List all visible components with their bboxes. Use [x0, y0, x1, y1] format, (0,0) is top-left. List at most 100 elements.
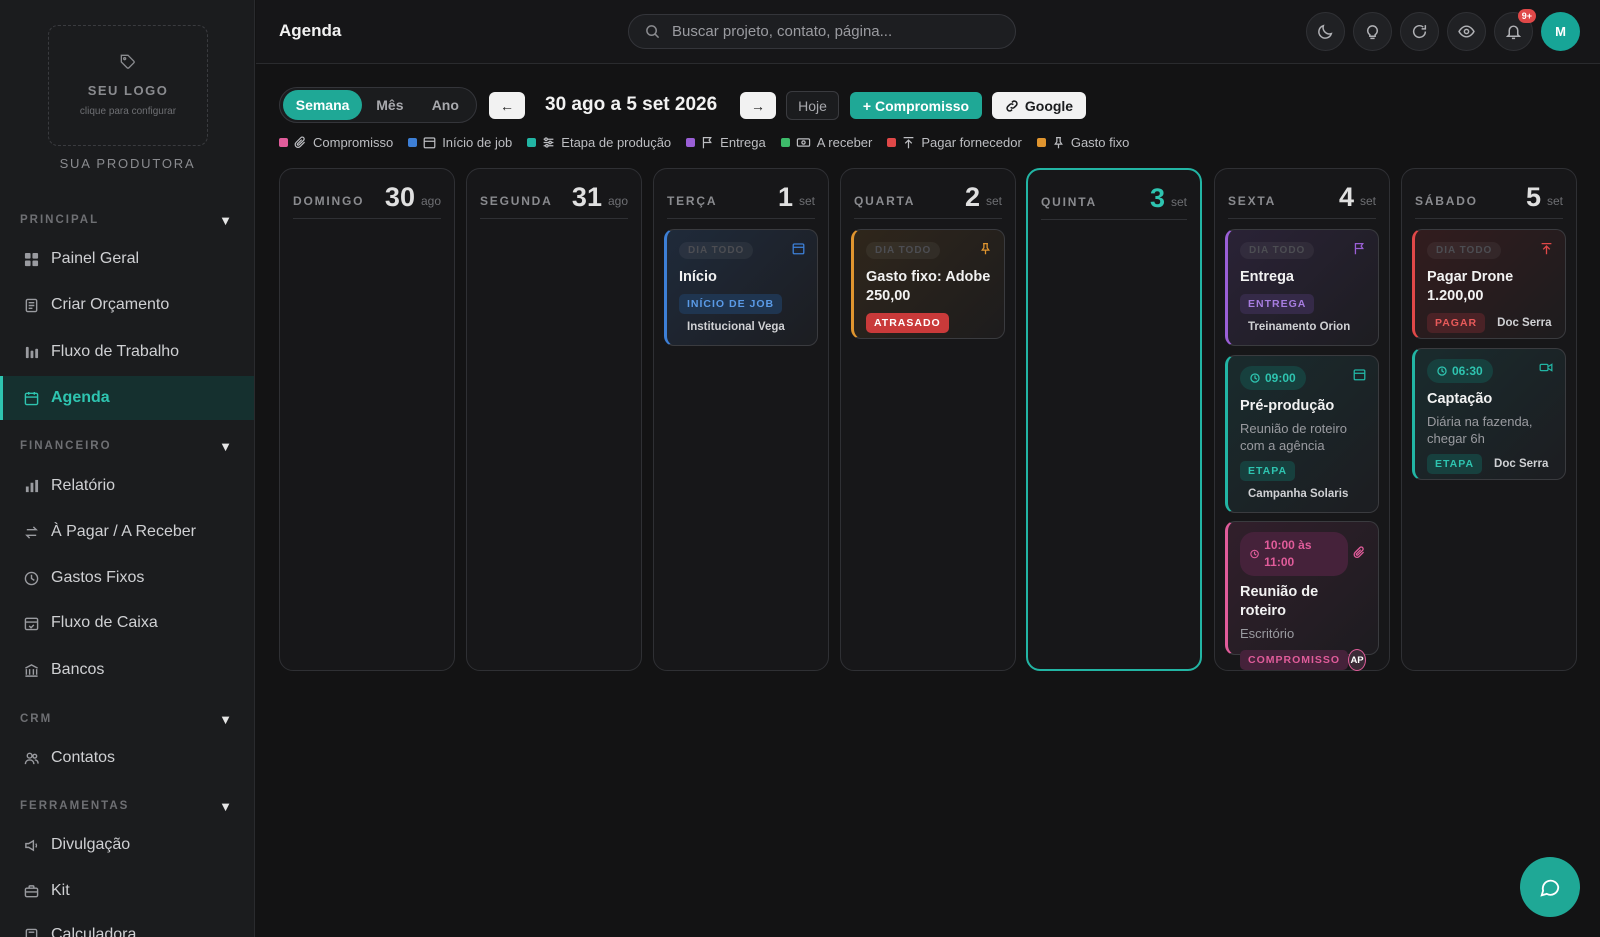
event-title: Pagar Drone 1.200,00: [1427, 269, 1514, 304]
nav-relatorio[interactable]: Relatório: [0, 464, 254, 508]
event-card-captacao[interactable]: 06:30 Captação Diária na fazenda, chegar…: [1412, 348, 1566, 480]
day-header: DOMINGO 30 ago: [293, 179, 441, 219]
day-column-terca[interactable]: TERÇA 1 set DIA TODO Início INÍCIO DE JOB …: [653, 168, 829, 671]
day-month: set: [985, 194, 1002, 208]
legend-pagar: Pagar fornecedor: [887, 135, 1022, 150]
sliders-icon: [542, 136, 555, 149]
day-column-domingo[interactable]: DOMINGO 30 ago: [279, 168, 455, 671]
calendar-check-icon: [23, 615, 39, 631]
arrow-up-icon: [1540, 242, 1553, 255]
paperclip-icon: [1353, 546, 1366, 559]
day-number: 30: [384, 182, 415, 212]
tips-button[interactable]: [1353, 12, 1392, 51]
nav-kit[interactable]: Kit: [0, 869, 254, 913]
privacy-button[interactable]: [1447, 12, 1486, 51]
legend-etapa: Etapa de produção: [527, 135, 671, 150]
chat-icon: [1539, 876, 1561, 898]
section-label: FERRAMENTAS: [20, 800, 130, 812]
event-card-entrega[interactable]: DIA TODO Entrega ENTREGA Treinamento Ori…: [1225, 229, 1379, 346]
nav-label: Bancos: [51, 661, 105, 678]
section-principal[interactable]: PRINCIPAL ▼: [20, 210, 232, 230]
pin-icon: [979, 242, 992, 255]
event-card-reuniao-roteiro[interactable]: 10:00 às 11:00 Reunião de roteiro Escrit…: [1225, 521, 1379, 671]
day-column-quinta[interactable]: QUINTA 3 set: [1026, 168, 1202, 671]
day-name: SEGUNDA: [480, 194, 553, 208]
event-title: Início: [679, 269, 717, 285]
nav-contatos[interactable]: Contatos: [0, 736, 254, 780]
producer-name: SUA PRODUTORA: [59, 156, 196, 171]
event-card-inicio[interactable]: DIA TODO Início INÍCIO DE JOB Institucio…: [664, 229, 818, 346]
calendar-icon: [23, 390, 39, 406]
nav-agenda[interactable]: Agenda: [0, 376, 254, 420]
day-column-quarta[interactable]: QUARTA 2 set DIA TODO Gasto fixo: Adobe 25…: [840, 168, 1016, 671]
event-title: Pré-produção: [1240, 398, 1335, 414]
day-column-segunda[interactable]: SEGUNDA 31 ago: [466, 168, 642, 671]
dark-mode-button[interactable]: [1306, 12, 1345, 51]
page-title: Agenda: [279, 21, 342, 40]
day-number: 31: [571, 182, 602, 212]
day-number: 3: [1149, 183, 1165, 213]
legend-a-receber: A receber: [780, 135, 872, 150]
notifications-button[interactable]: 9+: [1494, 9, 1536, 51]
day-name: SEXTA: [1228, 194, 1277, 208]
nav-divulgacao[interactable]: Divulgação: [0, 823, 254, 867]
nav-calculadora[interactable]: Calculadora: [0, 913, 254, 937]
section-ferramentas[interactable]: FERRAMENTAS ▼: [20, 796, 232, 816]
grid-icon: [23, 251, 39, 267]
add-appointment-button[interactable]: + Compromisso: [850, 92, 982, 119]
event-card-pagar-drone[interactable]: DIA TODO Pagar Drone 1.200,00 PAGAR Doc S…: [1412, 229, 1566, 339]
google-label: Google: [1024, 97, 1074, 114]
view-month-tab[interactable]: Mês: [362, 90, 417, 120]
nav-label: Calculadora: [51, 926, 137, 937]
section-label: CRM: [20, 713, 53, 725]
search-icon: [645, 24, 660, 39]
briefcase-icon: [23, 883, 39, 899]
day-month: set: [798, 194, 815, 208]
view-year-tab[interactable]: Ano: [418, 90, 473, 120]
caret-down-icon: ▼: [219, 798, 232, 814]
event-card-pre-producao[interactable]: 09:00 Pré-produção Reunião de roteiro co…: [1225, 355, 1379, 513]
nav-fluxo-caixa[interactable]: Fluxo de Caixa: [0, 601, 254, 645]
event-card-gasto-fixo[interactable]: DIA TODO Gasto fixo: Adobe 250,00 ATRASA…: [851, 229, 1005, 339]
nav-fluxo-trabalho[interactable]: Fluxo de Trabalho: [0, 330, 254, 374]
section-financeiro[interactable]: FINANCEIRO ▼: [20, 436, 232, 456]
section-label: FINANCEIRO: [20, 440, 112, 452]
overdue-tag: ATRASADO: [866, 313, 949, 333]
logo-upload[interactable]: SEU LOGO clique para configurar: [48, 25, 208, 146]
view-week-tab[interactable]: Semana: [283, 90, 363, 120]
search-bar[interactable]: [628, 14, 1016, 49]
caret-down-icon: ▼: [219, 212, 232, 228]
day-header: SÁBADO 5 set: [1415, 179, 1563, 219]
moon-icon: [1317, 23, 1334, 40]
nav-painel-geral[interactable]: Painel Geral: [0, 237, 254, 281]
nav-pagar-receber[interactable]: À Pagar / A Receber: [0, 510, 254, 554]
legend-compromisso: Compromisso: [279, 135, 393, 150]
search-input[interactable]: [672, 23, 992, 40]
nav-criar-orcamento[interactable]: Criar Orçamento: [0, 283, 254, 327]
day-header: QUARTA 2 set: [854, 179, 1002, 219]
next-week-button[interactable]: →: [740, 92, 776, 119]
all-day-pill: DIA TODO: [679, 242, 754, 259]
view-switcher: Semana Mês Ano: [279, 87, 477, 123]
day-column-sexta[interactable]: SEXTA 4 set DIA TODO Entrega ENTREGA Trein…: [1214, 168, 1390, 671]
user-avatar[interactable]: M: [1541, 12, 1580, 51]
all-day-pill: DIA TODO: [866, 242, 941, 259]
legend-label: Início de job: [442, 134, 513, 150]
today-button[interactable]: Hoje: [786, 91, 839, 120]
video-icon: [1539, 361, 1553, 374]
cash-icon: [796, 136, 811, 149]
google-sync-button[interactable]: Google: [992, 92, 1086, 119]
paperclip-icon: [294, 136, 307, 149]
nav-bancos[interactable]: Bancos: [0, 648, 254, 692]
day-month: ago: [607, 194, 628, 208]
chat-button[interactable]: [1520, 857, 1580, 917]
prev-week-button[interactable]: ←: [489, 92, 525, 119]
section-crm[interactable]: CRM ▼: [20, 709, 232, 729]
day-column-sabado[interactable]: SÁBADO 5 set DIA TODO Pagar Drone 1.200,00…: [1401, 168, 1577, 671]
calendar-icon: [792, 242, 805, 255]
legend-swatch: [408, 137, 418, 147]
nav-gastos-fixos[interactable]: Gastos Fixos: [0, 556, 254, 600]
refresh-button[interactable]: [1400, 12, 1439, 51]
day-header: QUINTA 3 set: [1041, 180, 1187, 220]
event-description: Reunião de roteiro com a agência: [1240, 421, 1347, 453]
